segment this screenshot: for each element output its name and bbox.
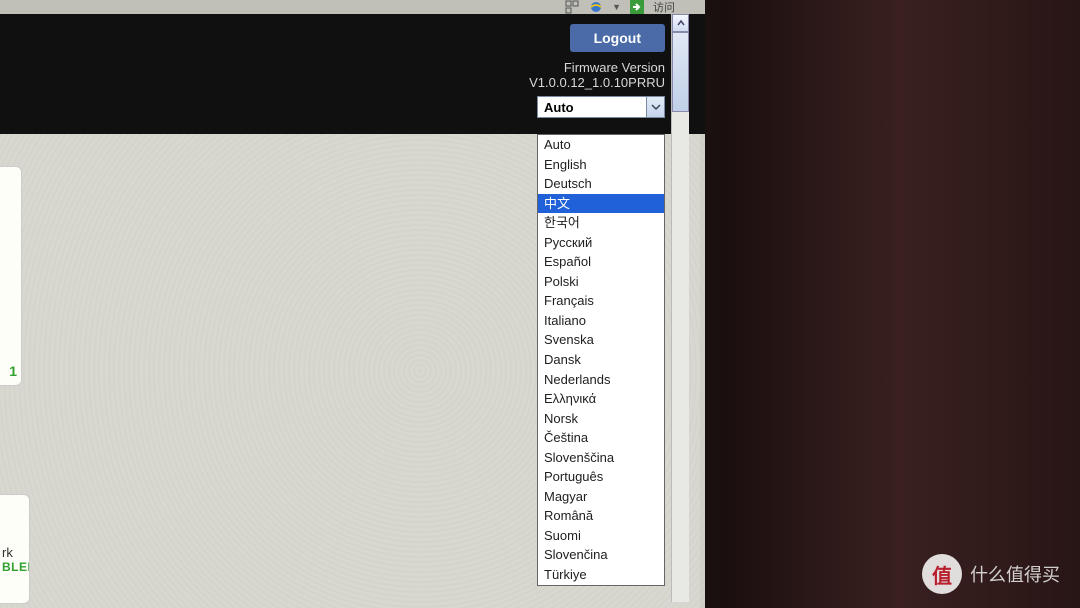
language-option[interactable]: Ελληνικά	[538, 389, 664, 409]
language-option[interactable]: Norsk	[538, 409, 664, 429]
language-option[interactable]: English	[538, 155, 664, 175]
watermark-badge-icon: 值	[922, 554, 962, 594]
monitor-viewport: ▼ 访问 Logout Firmware Version V1.0.0.12_1…	[0, 0, 720, 608]
language-option[interactable]: Italiano	[538, 311, 664, 331]
side-label-fragment: rk	[2, 545, 27, 560]
side-panel: 1	[0, 166, 22, 386]
side-count: 1	[9, 363, 17, 379]
monitor-bezel	[720, 0, 1080, 608]
firmware-label: Firmware Version	[564, 60, 665, 75]
firmware-version: V1.0.0.12_1.0.10PRRU	[529, 75, 665, 90]
language-option[interactable]: Română	[538, 506, 664, 526]
language-option[interactable]: Deutsch	[538, 174, 664, 194]
vertical-scrollbar[interactable]	[671, 14, 689, 602]
browser-toolbar: ▼ 访问	[0, 0, 705, 14]
page-header: Logout Firmware Version V1.0.0.12_1.0.10…	[0, 14, 705, 134]
side-status-fragment: BLED	[2, 560, 27, 574]
language-option[interactable]: Polski	[538, 272, 664, 292]
language-option[interactable]: 中文	[538, 194, 664, 214]
language-option[interactable]: Svenska	[538, 330, 664, 350]
ie-icon[interactable]	[588, 0, 604, 14]
language-option[interactable]: Slovenščina	[538, 448, 664, 468]
ie-dropdown-arrow[interactable]: ▼	[612, 2, 621, 12]
language-dropdown[interactable]: AutoEnglishDeutsch中文한국어PусскийEspañolPol…	[537, 134, 665, 586]
language-option[interactable]: Magyar	[538, 487, 664, 507]
scroll-up-button[interactable]	[672, 14, 689, 32]
language-select[interactable]: Auto	[537, 96, 665, 118]
language-option[interactable]: Auto	[538, 135, 664, 155]
language-select-value: Auto	[544, 100, 574, 115]
language-option[interactable]: Slovenčina	[538, 545, 664, 565]
language-option[interactable]: 한국어	[538, 213, 664, 233]
scrollbar-thumb[interactable]	[672, 32, 689, 112]
watermark-text: 什么值得买	[970, 561, 1060, 587]
logout-button[interactable]: Logout	[570, 24, 665, 52]
side-panel-network: rk BLED	[0, 494, 30, 604]
language-option[interactable]: Español	[538, 252, 664, 272]
language-option[interactable]: Čeština	[538, 428, 664, 448]
chevron-down-icon	[646, 97, 664, 117]
visit-label: 访问	[653, 0, 675, 15]
watermark: 值 什么值得买	[922, 554, 1060, 594]
go-icon[interactable]	[629, 0, 645, 14]
language-option[interactable]: Português	[538, 467, 664, 487]
language-option[interactable]: Suomi	[538, 526, 664, 546]
language-option[interactable]: Français	[538, 291, 664, 311]
language-option[interactable]: Nederlands	[538, 370, 664, 390]
language-option[interactable]: Pусский	[538, 233, 664, 253]
language-option[interactable]: Dansk	[538, 350, 664, 370]
language-option[interactable]: Türkiye	[538, 565, 664, 585]
qr-icon	[564, 0, 580, 14]
